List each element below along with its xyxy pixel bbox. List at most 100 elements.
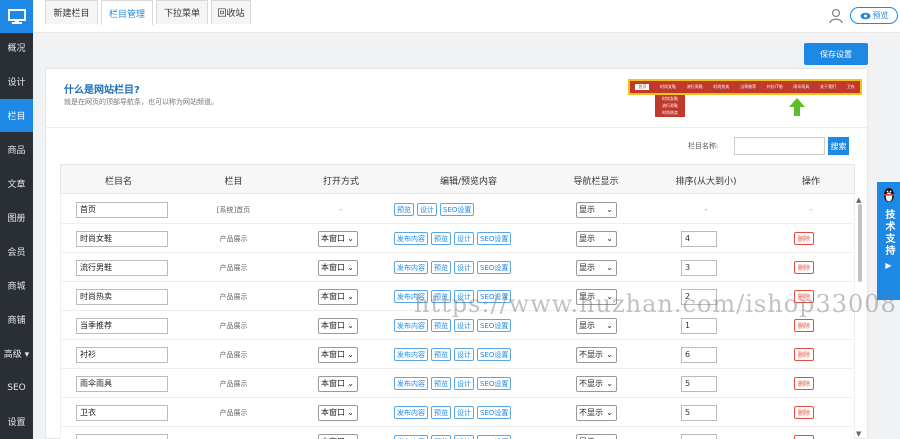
column-name-input[interactable]: 首页 xyxy=(76,201,168,218)
order-input[interactable]: 5 xyxy=(681,375,717,392)
preview-content-button[interactable]: 预览 xyxy=(431,261,451,274)
open-mode-select[interactable]: 本窗口⌄ xyxy=(318,317,358,334)
nav-display-select[interactable]: 显示⌄ xyxy=(576,288,617,305)
open-mode-select[interactable]: 本窗口⌄ xyxy=(318,259,358,276)
delete-button[interactable]: 删除 xyxy=(794,406,814,419)
column-name-input[interactable]: 雨伞雨具 xyxy=(76,375,168,392)
design-button[interactable]: 设计 xyxy=(417,203,437,216)
order-input[interactable] xyxy=(681,433,717,439)
seo-settings-button[interactable]: SEO设置 xyxy=(477,319,512,332)
monitor-icon[interactable] xyxy=(0,0,33,33)
column-name-input[interactable]: 当季推荐 xyxy=(76,317,168,334)
seo-settings-button[interactable]: SEO设置 xyxy=(477,377,512,390)
sidebar-item[interactable]: 设计 xyxy=(0,65,33,98)
preview-content-button[interactable]: 预览 xyxy=(431,290,451,303)
preview-button[interactable]: 预览 xyxy=(850,7,898,24)
column-name-input[interactable] xyxy=(76,433,168,439)
publish-content-button[interactable]: 发布内容 xyxy=(394,319,428,332)
seo-settings-button[interactable]: SEO设置 xyxy=(477,348,512,361)
design-button[interactable]: 设计 xyxy=(454,261,474,274)
sidebar-item[interactable]: 概况 xyxy=(0,31,33,64)
publish-content-button[interactable]: 发布内容 xyxy=(394,435,428,439)
publish-content-button[interactable]: 发布内容 xyxy=(394,261,428,274)
order-input[interactable]: 1 xyxy=(681,317,717,334)
seo-settings-button[interactable]: SEO设置 xyxy=(477,232,512,245)
delete-button[interactable]: 删除 xyxy=(794,377,814,390)
preview-content-button[interactable]: 预览 xyxy=(431,348,451,361)
column-name-search-input[interactable] xyxy=(734,137,825,155)
sidebar-item[interactable]: 图册 xyxy=(0,201,33,234)
delete-button[interactable] xyxy=(794,435,814,439)
column-name-input[interactable]: 时尚女鞋 xyxy=(76,230,168,247)
sidebar-item[interactable]: 商城 xyxy=(0,269,33,302)
sidebar-item[interactable]: 设置 xyxy=(0,405,33,438)
preview-content-button[interactable]: 预览 xyxy=(394,203,414,216)
nav-display-select[interactable]: 不显示 ⌄ xyxy=(576,375,617,392)
publish-content-button[interactable]: 发布内容 xyxy=(394,290,428,303)
nav-display-select[interactable]: 显示⌄ xyxy=(576,259,617,276)
design-button[interactable]: 设计 xyxy=(454,319,474,332)
open-mode-select[interactable]: 本窗口⌄ xyxy=(318,375,358,392)
preview-content-button[interactable]: 预览 xyxy=(431,406,451,419)
column-name-input[interactable]: 流行男鞋 xyxy=(76,259,168,276)
order-input[interactable]: 5 xyxy=(681,404,717,421)
sidebar-item[interactable]: 高级 ▾ xyxy=(0,337,33,370)
open-mode-select[interactable]: 本窗口⌄ xyxy=(318,230,358,247)
nav-display-select[interactable]: 显示⌄ xyxy=(576,201,617,218)
nav-display-select[interactable]: 不显示 ⌄ xyxy=(576,346,617,363)
design-button[interactable]: 设计 xyxy=(454,290,474,303)
column-name-input[interactable]: 衬衫 xyxy=(76,346,168,363)
tab-column-manage[interactable]: 栏目管理 xyxy=(101,0,153,25)
delete-button[interactable]: 删除 xyxy=(794,348,814,361)
preview-content-button[interactable]: 预览 xyxy=(431,377,451,390)
design-button[interactable]: 设计 xyxy=(454,348,474,361)
column-name-input[interactable]: 时尚热卖 xyxy=(76,288,168,305)
nav-display-select[interactable]: 显示⌄ xyxy=(576,230,617,247)
order-input[interactable]: 3 xyxy=(681,259,717,276)
preview-content-button[interactable]: 预览 xyxy=(431,435,451,439)
save-settings-button[interactable]: 保存设置 xyxy=(804,43,868,65)
design-button[interactable]: 设计 xyxy=(454,435,474,439)
delete-button[interactable]: 删除 xyxy=(794,319,814,332)
user-icon[interactable] xyxy=(828,8,844,24)
publish-content-button[interactable]: 发布内容 xyxy=(394,232,428,245)
order-input[interactable]: 2 xyxy=(681,288,717,305)
seo-settings-button[interactable]: SEO设置 xyxy=(477,261,512,274)
tech-support-float[interactable]: 技术支持 ▶ xyxy=(877,182,900,300)
sidebar-item[interactable]: 栏目 xyxy=(0,99,33,132)
seo-settings-button[interactable]: SEO设置 xyxy=(477,406,512,419)
publish-content-button[interactable]: 发布内容 xyxy=(394,406,428,419)
order-input[interactable]: 4 xyxy=(681,230,717,247)
preview-content-button[interactable]: 预览 xyxy=(431,232,451,245)
open-mode-select[interactable]: 本窗口⌄ xyxy=(318,404,358,421)
open-mode-select[interactable]: 本窗口⌄ xyxy=(318,346,358,363)
scroll-down-arrow[interactable]: ▼ xyxy=(856,430,861,438)
design-button[interactable]: 设计 xyxy=(454,232,474,245)
sidebar-item[interactable]: 商品 xyxy=(0,133,33,166)
tab-recycle-bin[interactable]: 回收站 xyxy=(211,0,251,24)
sidebar-item[interactable]: 会员 xyxy=(0,235,33,268)
design-button[interactable]: 设计 xyxy=(454,406,474,419)
delete-button[interactable]: 删除 xyxy=(794,261,814,274)
sidebar-item[interactable]: 文章 xyxy=(0,167,33,200)
publish-content-button[interactable]: 发布内容 xyxy=(394,377,428,390)
search-button[interactable]: 搜索 xyxy=(828,137,849,155)
design-button[interactable]: 设计 xyxy=(454,377,474,390)
order-input[interactable]: 6 xyxy=(681,346,717,363)
seo-settings-button[interactable]: SEO设置 xyxy=(440,203,475,216)
sidebar-item[interactable]: 商铺 xyxy=(0,303,33,336)
preview-content-button[interactable]: 预览 xyxy=(431,319,451,332)
open-mode-select[interactable]: 本窗口⌄ xyxy=(318,288,358,305)
seo-settings-button[interactable]: SEO设置 xyxy=(477,290,512,303)
scroll-up-arrow[interactable]: ▲ xyxy=(856,196,861,204)
nav-display-select[interactable]: 显示⌄ xyxy=(576,433,617,439)
nav-display-select[interactable]: 显示⌄ xyxy=(576,317,617,334)
delete-button[interactable]: 删除 xyxy=(794,232,814,245)
scrollbar-thumb[interactable] xyxy=(858,204,862,282)
tab-dropdown-menu[interactable]: 下拉菜单 xyxy=(156,0,208,24)
publish-content-button[interactable]: 发布内容 xyxy=(394,348,428,361)
column-name-input[interactable]: 卫衣 xyxy=(76,404,168,421)
seo-settings-button[interactable]: SEO设置 xyxy=(477,435,512,439)
sidebar-item[interactable]: SEO xyxy=(0,371,33,404)
open-mode-select[interactable]: 本窗口⌄ xyxy=(318,433,358,439)
